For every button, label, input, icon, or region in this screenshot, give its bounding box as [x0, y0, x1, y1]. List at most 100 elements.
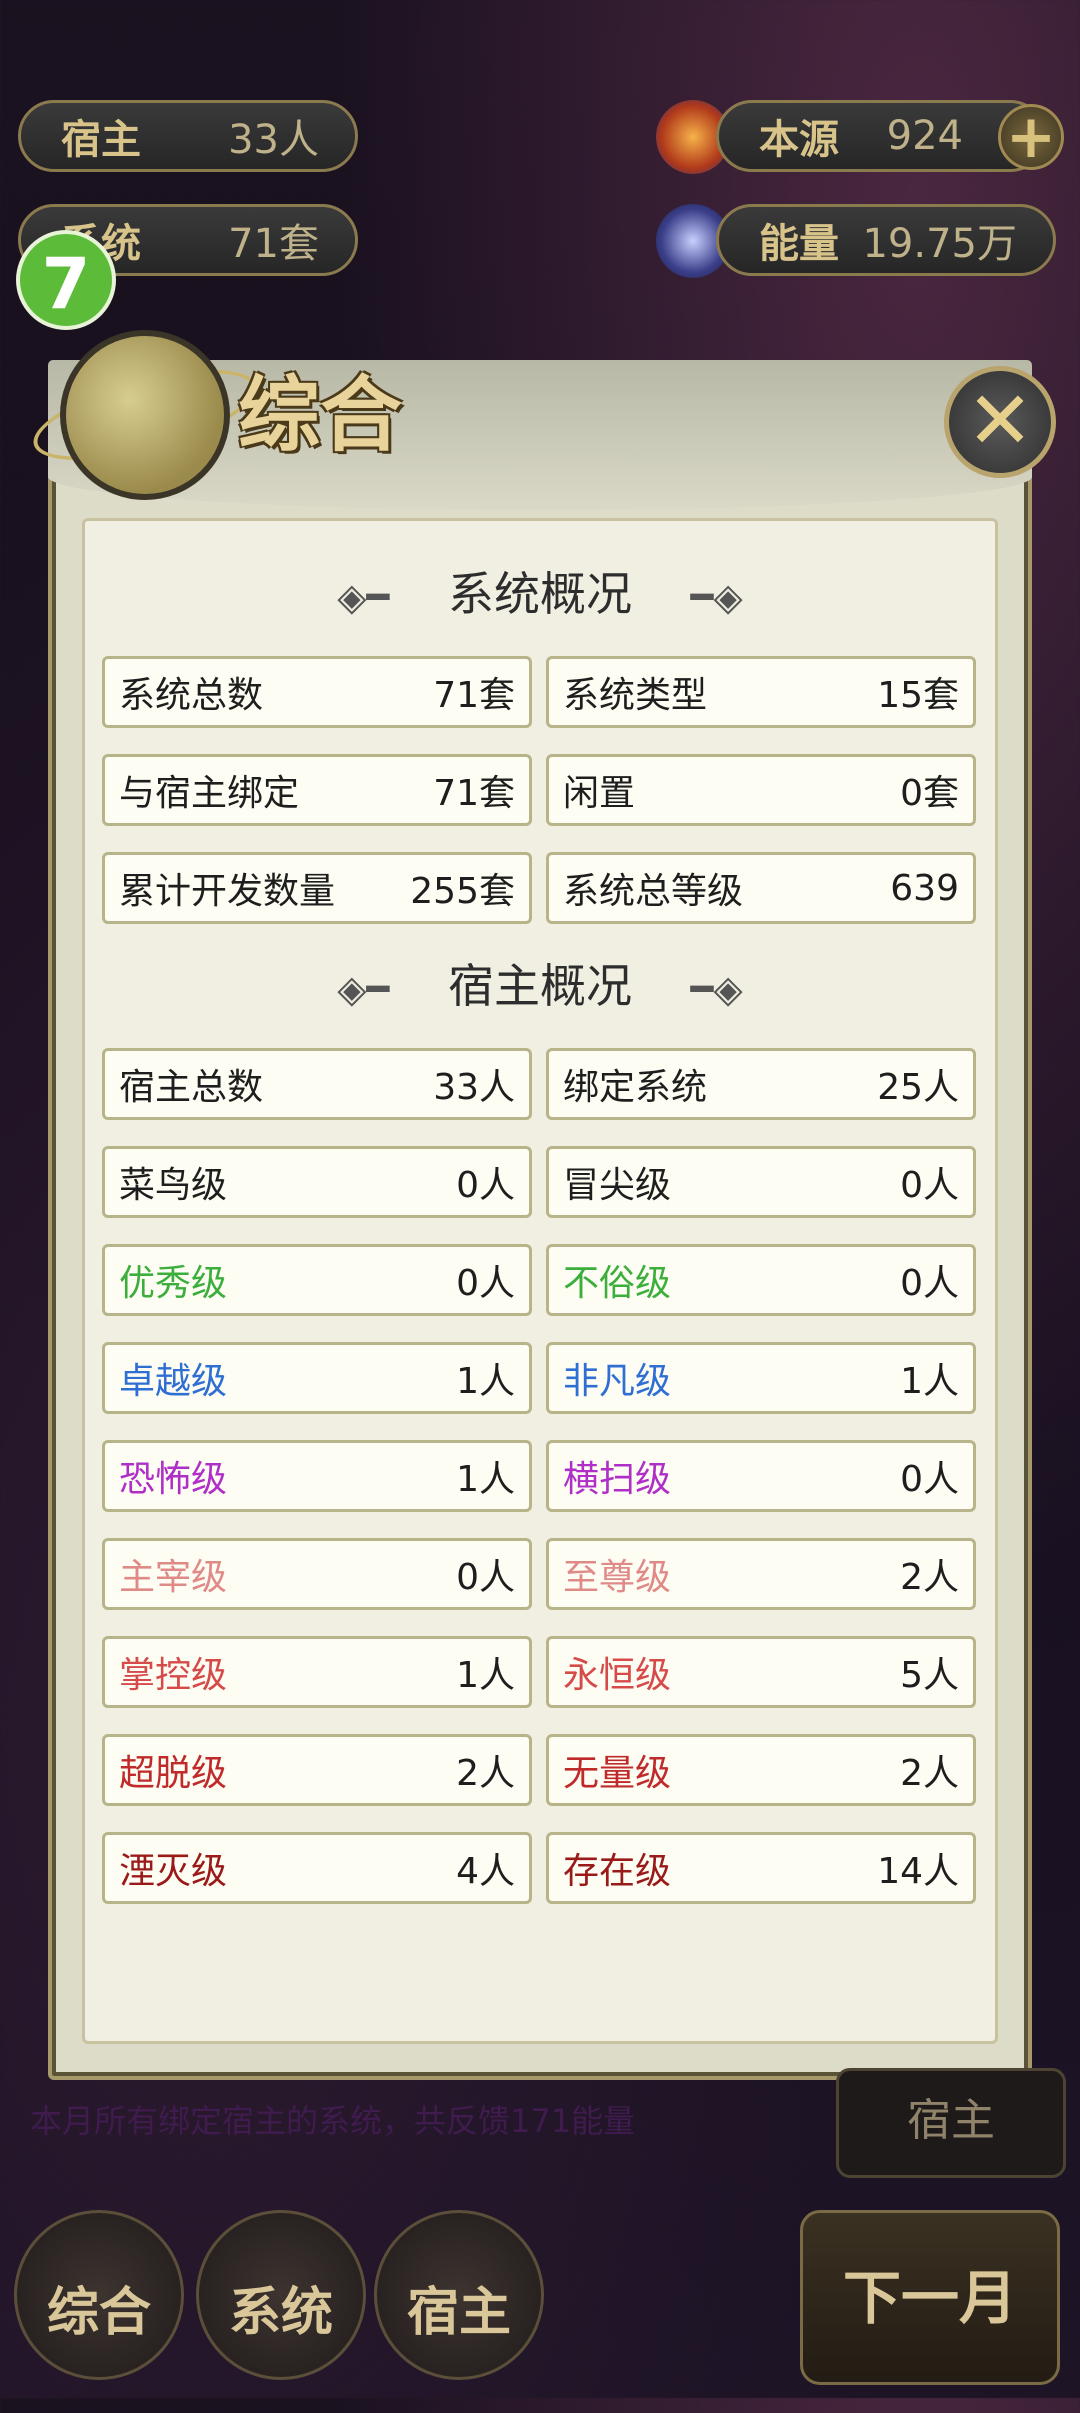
cell-value: 0人: [900, 1459, 959, 1500]
add-origin-button[interactable]: +: [998, 104, 1064, 170]
host-stat-cell: 宿主总数 33人: [102, 1048, 532, 1120]
cell-label: 湮灭级: [119, 1851, 228, 1892]
energy-stat-value: 19.75万: [862, 221, 1017, 267]
cell-value: 1人: [900, 1361, 959, 1402]
origin-stat-value: 924: [886, 113, 963, 159]
cell-label: 系统总数: [119, 675, 264, 716]
host-stat-cell: 菜鸟级 0人: [102, 1146, 532, 1218]
cell-label: 卓越级: [119, 1361, 228, 1402]
system-overview-title: ◈━ 系统概况 ━◈: [82, 558, 998, 624]
cell-label: 掌控级: [119, 1655, 228, 1696]
cell-label: 主宰级: [119, 1557, 228, 1598]
system-stat-cell: 系统总等级 639: [546, 852, 976, 924]
next-month-label: 下一月: [842, 2264, 1017, 2332]
close-button[interactable]: ✕: [944, 366, 1056, 478]
host-stat-cell: 掌控级 1人: [102, 1636, 532, 1708]
energy-stat-label: 能量: [759, 221, 839, 267]
origin-stat-label: 本源: [759, 117, 839, 163]
close-icon: ✕: [966, 374, 1034, 467]
cell-label: 横扫级: [563, 1459, 672, 1500]
systems-stat-value: 71套: [228, 221, 319, 267]
system-stat-cell: 系统类型 15套: [546, 656, 976, 728]
hosts-stat-value: 33人: [228, 117, 319, 163]
cell-label: 系统类型: [563, 675, 708, 716]
cell-value: 255套: [410, 871, 515, 912]
host-stat-cell: 存在级 14人: [546, 1832, 976, 1904]
host-stat-cell: 不俗级 0人: [546, 1244, 976, 1316]
cell-label: 无量级: [563, 1753, 672, 1794]
cell-label: 优秀级: [119, 1263, 228, 1304]
host-stat-cell: 无量级 2人: [546, 1734, 976, 1806]
seek-host-button[interactable]: 宿主: [836, 2068, 1066, 2178]
diamond-right-icon: ━◈: [690, 575, 743, 619]
host-stat-cell: 绑定系统 25人: [546, 1048, 976, 1120]
tab-host[interactable]: 宿主: [374, 2210, 544, 2380]
host-stat-cell: 湮灭级 4人: [102, 1832, 532, 1904]
host-overview-label: 宿主概况: [448, 959, 632, 1013]
cell-value: 33人: [433, 1067, 515, 1108]
cell-value: 0人: [456, 1165, 515, 1206]
cell-value: 71套: [433, 773, 515, 814]
hosts-stat-label: 宿主: [61, 117, 141, 163]
host-stat-cell: 永恒级 5人: [546, 1636, 976, 1708]
cell-value: 0人: [456, 1557, 515, 1598]
system-stat-cell: 闲置 0套: [546, 754, 976, 826]
cell-label: 不俗级: [563, 1263, 672, 1304]
tab-overview-label: 综合: [46, 2282, 151, 2343]
cell-value: 0套: [900, 773, 959, 814]
tab-system[interactable]: 系统: [196, 2210, 366, 2380]
diamond-right-icon: ━◈: [690, 967, 743, 1011]
cell-label: 系统总等级: [563, 871, 744, 912]
cell-value: 15套: [877, 675, 959, 716]
cell-value: 71套: [433, 675, 515, 716]
host-stat-cell: 优秀级 0人: [102, 1244, 532, 1316]
host-stat-cell: 恐怖级 1人: [102, 1440, 532, 1512]
cell-value: 4人: [456, 1851, 515, 1892]
monthly-feedback-text: 本月所有绑定宿主的系统，共反馈171能量: [30, 2102, 636, 2140]
diamond-left-icon: ◈━: [337, 967, 390, 1011]
cell-value: 0人: [900, 1263, 959, 1304]
cell-value: 2人: [900, 1753, 959, 1794]
host-stat-cell: 至尊级 2人: [546, 1538, 976, 1610]
cell-value: 1人: [456, 1655, 515, 1696]
cell-value: 2人: [900, 1557, 959, 1598]
system-overview-label: 系统概况: [448, 567, 632, 621]
host-overview-title: ◈━ 宿主概况 ━◈: [82, 950, 998, 1016]
cell-label: 超脱级: [119, 1753, 228, 1794]
shortcut-badge-icon[interactable]: 7: [16, 230, 116, 330]
cell-label: 宿主总数: [119, 1067, 264, 1108]
system-stat-cell: 累计开发数量 255套: [102, 852, 532, 924]
cell-label: 累计开发数量: [119, 871, 336, 912]
diamond-left-icon: ◈━: [337, 575, 390, 619]
host-stat-cell: 主宰级 0人: [102, 1538, 532, 1610]
tab-host-label: 宿主: [406, 2282, 511, 2343]
cell-label: 存在级: [563, 1851, 672, 1892]
tab-system-label: 系统: [228, 2282, 333, 2343]
cell-label: 永恒级: [563, 1655, 672, 1696]
host-stat-cell: 非凡级 1人: [546, 1342, 976, 1414]
cell-label: 非凡级: [563, 1361, 672, 1402]
planet-icon: [60, 330, 230, 500]
host-stat-cell: 冒尖级 0人: [546, 1146, 976, 1218]
cell-label: 恐怖级: [119, 1459, 228, 1500]
hosts-stat: 宿主 33人: [18, 100, 358, 172]
dialog-title: 综合: [238, 367, 403, 463]
cell-label: 菜鸟级: [119, 1165, 228, 1206]
cell-value: 5人: [900, 1655, 959, 1696]
cell-label: 闲置: [563, 773, 636, 814]
system-stat-cell: 与宿主绑定 71套: [102, 754, 532, 826]
cell-label: 至尊级: [563, 1557, 672, 1598]
energy-stat: 能量 19.75万: [716, 204, 1056, 276]
cell-value: 25人: [877, 1067, 959, 1108]
host-stat-cell: 超脱级 2人: [102, 1734, 532, 1806]
cell-value: 1人: [456, 1459, 515, 1500]
cell-label: 与宿主绑定: [119, 773, 300, 814]
host-stat-cell: 卓越级 1人: [102, 1342, 532, 1414]
cell-value: 1人: [456, 1361, 515, 1402]
cell-value: 2人: [456, 1753, 515, 1794]
cell-value: 0人: [900, 1165, 959, 1206]
origin-stat: 本源 924: [716, 100, 1046, 172]
tab-overview[interactable]: 综合: [14, 2210, 184, 2380]
next-month-button[interactable]: 下一月: [800, 2210, 1060, 2385]
cell-value: 639: [890, 867, 959, 909]
